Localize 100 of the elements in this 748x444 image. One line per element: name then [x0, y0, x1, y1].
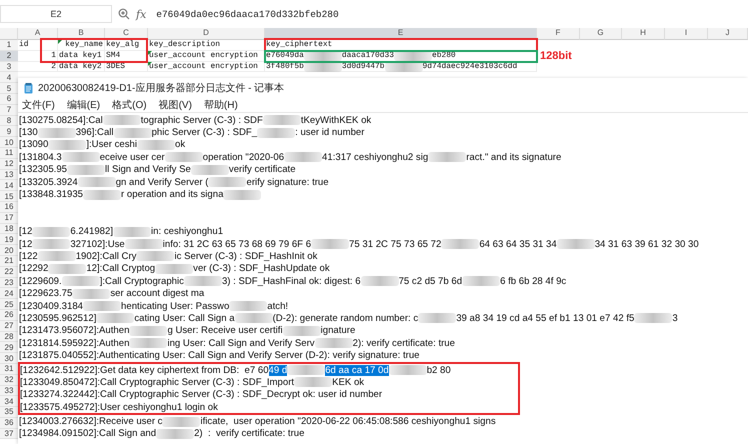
log-text: [133205.3924 [19, 176, 78, 188]
log-text: cating User: Call Sign a [134, 312, 235, 324]
column-header[interactable]: H [622, 28, 665, 40]
row-header[interactable]: 17 [0, 212, 18, 224]
log-text: [1230409.3184 [19, 300, 84, 312]
row-header[interactable]: 19 [0, 234, 18, 246]
redaction-smudge [360, 276, 399, 286]
redaction-smudge [38, 251, 76, 262]
log-text: 2) : verify certificate: true [194, 428, 304, 440]
row-header[interactable]: 7 [0, 104, 18, 116]
redaction-smudge [129, 326, 168, 336]
row-header[interactable]: 12 [0, 158, 18, 170]
row-header[interactable]: 22 [0, 266, 18, 278]
row-header[interactable]: 37 [0, 428, 18, 440]
log-text: ver (C-3) : SDF_HashUpdate ok [193, 263, 330, 274]
row-header[interactable]: 21 [0, 256, 18, 267]
redaction-smudge [229, 301, 268, 312]
row-header[interactable]: 10 [0, 137, 18, 148]
redaction-smudge [462, 276, 500, 286]
log-text: tographic Server (C-3) : SDF [140, 114, 263, 126]
row-header[interactable]: 29 [0, 342, 18, 354]
redaction-smudge [129, 338, 168, 348]
redaction-smudge [223, 190, 262, 200]
redaction-smudge [384, 62, 423, 72]
redaction-smudge [164, 152, 203, 162]
redaction-smudge [48, 140, 86, 150]
redaction-smudge [428, 152, 466, 162]
redaction-smudge [83, 190, 122, 200]
log-text: ser account digest ma [110, 288, 204, 300]
menu-item[interactable]: 格式(O) [112, 98, 147, 112]
column-header[interactable]: I [665, 28, 708, 40]
log-text: [133848.31935 [19, 189, 84, 200]
row-header[interactable]: 5 [0, 83, 18, 94]
row-header[interactable]: 11 [0, 148, 18, 159]
log-text: 396]:Call [76, 127, 114, 138]
log-text: ract." and its signature [466, 152, 562, 163]
log-text: ic Server (C-3) : SDF_HashInit ok [174, 250, 318, 262]
row-header[interactable]: 26 [0, 310, 18, 321]
menu-item[interactable]: 文件(F) [22, 98, 55, 112]
row-header[interactable]: 36 [0, 418, 18, 429]
log-text: 6.241982] [70, 226, 114, 238]
row-header[interactable]: 27 [0, 320, 18, 332]
log-text: (D-2): generate random number: c [272, 312, 418, 324]
row-header[interactable]: 6 [0, 94, 18, 105]
row-header[interactable]: 4 [0, 72, 18, 84]
row-header[interactable]: 25 [0, 299, 18, 310]
row-header[interactable]: 18 [0, 224, 18, 234]
row-header[interactable]: 32 [0, 374, 18, 386]
log-text: [1230595.962512] [19, 312, 96, 324]
log-text: gn and Verify Server ( [116, 176, 208, 188]
row-header[interactable]: 1 [0, 40, 18, 51]
redaction-smudge [418, 313, 456, 324]
selected-text: 49 d [268, 364, 288, 376]
row-header[interactable]: 13 [0, 170, 18, 180]
column-header[interactable]: G [580, 28, 622, 40]
menu-item[interactable]: 视图(V) [158, 98, 192, 112]
redaction-smudge [136, 251, 174, 262]
log-text: eceive user cer [100, 152, 165, 163]
redaction-smudge [137, 140, 175, 150]
row-header[interactable]: 24 [0, 288, 18, 300]
redaction-smudge [190, 164, 229, 175]
row-header[interactable]: 34 [0, 396, 18, 408]
column-header[interactable]: F [537, 28, 580, 40]
redaction-smudge [441, 239, 480, 250]
column-header[interactable]: D [148, 28, 265, 40]
row-header[interactable]: 30 [0, 353, 18, 364]
redaction-smudge [634, 313, 672, 324]
row-header[interactable]: 15 [0, 191, 18, 202]
cell-name-box[interactable]: E2 [0, 5, 112, 23]
zoom-icon[interactable] [118, 8, 130, 20]
log-text: [130 [19, 127, 38, 138]
row-header[interactable]: 23 [0, 278, 18, 288]
row-header[interactable]: 33 [0, 386, 18, 396]
column-header[interactable]: A [18, 28, 58, 40]
redaction-smudge [234, 313, 273, 324]
row-header[interactable]: 2 [0, 50, 18, 62]
redaction-smudge [102, 115, 141, 126]
column-header[interactable]: J [708, 28, 748, 40]
log-text: [1229609. [19, 276, 62, 287]
function-label[interactable]: fx [136, 8, 146, 20]
row-header[interactable]: 8 [0, 116, 18, 126]
log-text: 64 63 64 35 31 34 [479, 238, 557, 250]
row-header[interactable]: 3 [0, 62, 18, 72]
redaction-smudge [67, 164, 106, 175]
formula-field[interactable]: e76049da0ec96daaca170d332bfeb280 [152, 5, 748, 23]
log-text: [1233274.322442]:Call Cryptographic Server (C-3) : SDF_Decrypt ok: user id number [20, 389, 382, 400]
log-text: 39 a8 34 19 cd a4 55 ef b1 13 01 e7 42 f5 [456, 312, 634, 324]
redaction-smudge [257, 128, 296, 138]
row-header[interactable]: 20 [0, 245, 18, 256]
row-header[interactable]: 35 [0, 407, 18, 418]
row-header[interactable]: 9 [0, 126, 18, 138]
menu-item[interactable]: 帮助(H) [204, 98, 238, 112]
log-text: ignature [320, 325, 356, 336]
redaction-smudge [38, 128, 76, 138]
row-header[interactable]: 14 [0, 180, 18, 192]
row-header[interactable]: 16 [0, 202, 18, 213]
redaction-smudge [83, 301, 122, 312]
row-header[interactable]: 28 [0, 332, 18, 342]
menu-item[interactable]: 编辑(E) [66, 98, 100, 112]
row-header[interactable]: 31 [0, 364, 18, 375]
